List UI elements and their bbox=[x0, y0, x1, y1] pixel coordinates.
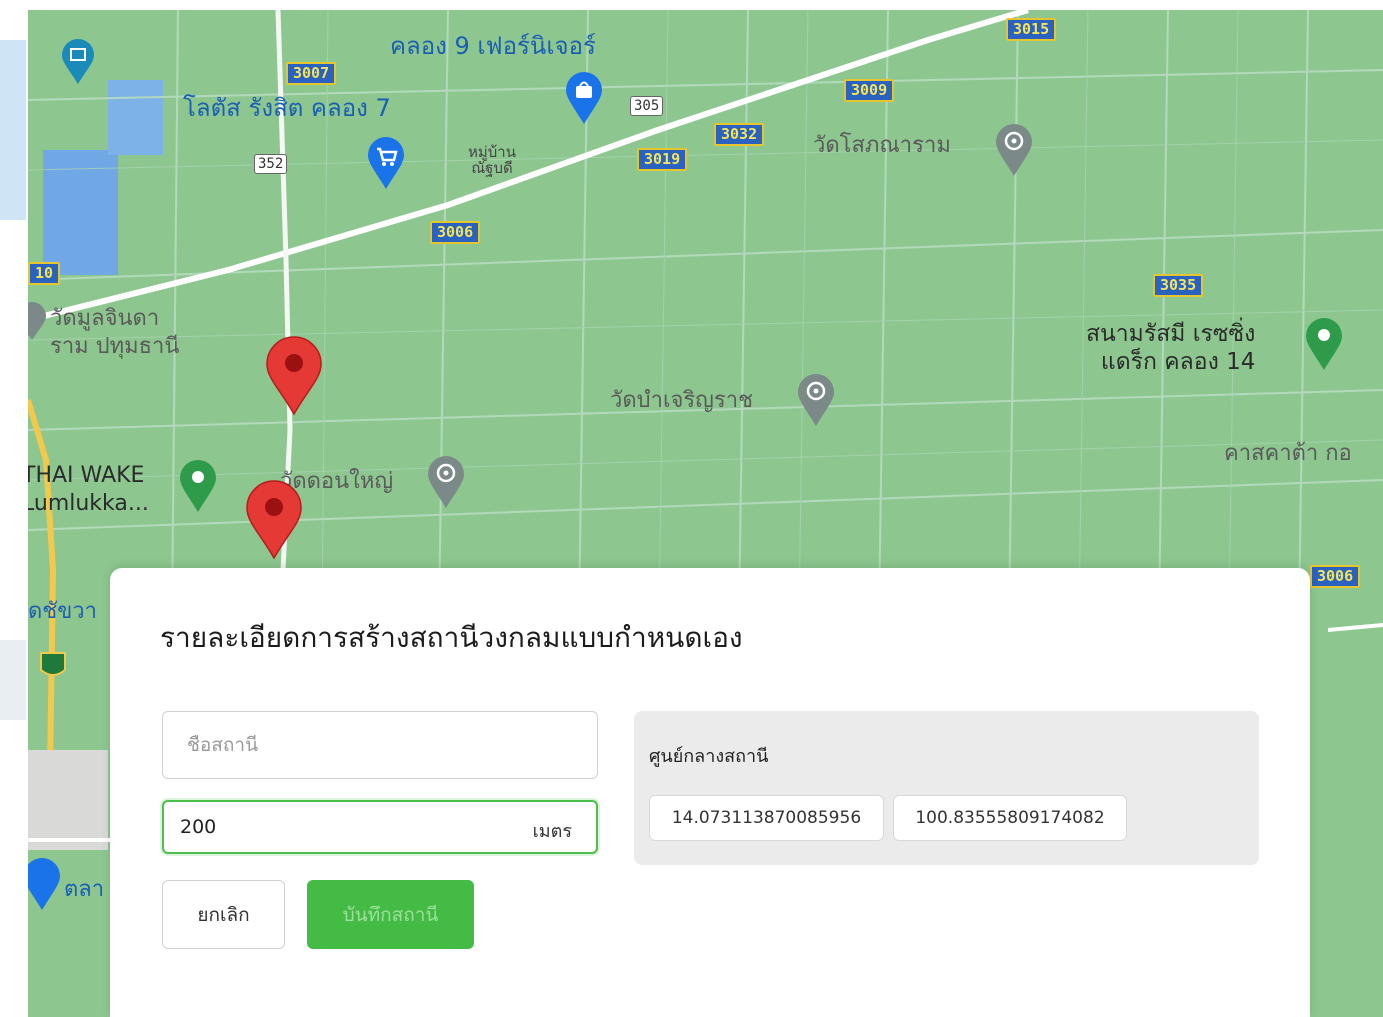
place-label[interactable]: คลอง 9 เฟอร์นิเจอร์ bbox=[390, 32, 596, 60]
shopping-cart-icon[interactable] bbox=[28, 856, 62, 912]
station-center-label: ศูนย์กลางสถานี bbox=[649, 746, 769, 767]
route-shield: 3006 bbox=[1310, 565, 1361, 588]
place-label[interactable]: วัดโสภณาราม bbox=[813, 132, 951, 160]
racetrack-poi-icon[interactable] bbox=[1304, 316, 1344, 372]
temple-icon[interactable] bbox=[994, 122, 1034, 178]
reservoir-2 bbox=[108, 80, 163, 155]
place-label[interactable]: THAI WAKE Lumlukka... bbox=[28, 462, 149, 518]
radius-input[interactable] bbox=[180, 816, 480, 838]
left-sidebar-edge bbox=[0, 0, 28, 1017]
place-label: ดชัขวา bbox=[28, 599, 97, 624]
temple-icon[interactable] bbox=[796, 372, 836, 428]
route-shield: 3019 bbox=[637, 148, 688, 171]
route-shield: 3006 bbox=[430, 221, 481, 244]
cancel-button[interactable]: ยกเลิก bbox=[162, 880, 285, 949]
station-name-input[interactable] bbox=[187, 734, 487, 756]
urban-area bbox=[28, 750, 108, 850]
route-shield: 3007 bbox=[286, 62, 337, 85]
building-poi-icon[interactable] bbox=[60, 38, 96, 86]
route-shield: 3015 bbox=[1006, 18, 1057, 41]
place-label: ตลา bbox=[64, 877, 105, 902]
place-label: หมู่บ้าน ณัฐบดี bbox=[468, 143, 516, 177]
yellow-highway bbox=[28, 399, 57, 771]
place-label[interactable]: คาสคาต้า กอ bbox=[1224, 440, 1352, 468]
station-name-field[interactable] bbox=[162, 711, 598, 779]
road-number: 352 bbox=[254, 154, 288, 174]
place-label[interactable]: วัดมูลจินดา ราม ปทุมธานี bbox=[50, 305, 179, 361]
top-strip bbox=[0, 0, 1383, 10]
create-station-dialog: รายละเอียดการสร้างสถานีวงกลมแบบกำหนดเอง … bbox=[110, 568, 1310, 1017]
route-shield: 3032 bbox=[714, 123, 765, 146]
wake-park-poi-icon[interactable] bbox=[178, 458, 218, 514]
shopping-cart-icon[interactable] bbox=[366, 135, 406, 191]
radius-unit-label: เมตร bbox=[532, 821, 572, 842]
temple-icon[interactable] bbox=[28, 302, 50, 342]
temple-icon[interactable] bbox=[426, 454, 466, 510]
place-label[interactable]: วัดบำเจริญราช bbox=[610, 387, 753, 415]
longitude-value[interactable]: 100.83555809174082 bbox=[893, 795, 1127, 841]
save-station-button[interactable]: บันทึกสถานี bbox=[307, 880, 474, 949]
station-marker-pin-icon[interactable] bbox=[265, 336, 323, 416]
station-marker-pin-icon[interactable] bbox=[245, 480, 303, 560]
dialog-title: รายละเอียดการสร้างสถานีวงกลมแบบกำหนดเอง bbox=[160, 621, 743, 654]
place-label[interactable]: สนามรัสมี เรซซิ่ง แดร็ก คลอง 14 bbox=[1086, 320, 1255, 376]
place-label[interactable]: โลตัส รังสิต คลอง 7 bbox=[183, 94, 391, 122]
route-shield: 3009 bbox=[844, 79, 895, 102]
route-shield: 3035 bbox=[1153, 274, 1204, 297]
route-9-shield-icon bbox=[40, 652, 66, 676]
latitude-value[interactable]: 14.073113870085956 bbox=[649, 795, 884, 841]
shopping-bag-icon[interactable] bbox=[564, 70, 604, 126]
route-shield: 10 bbox=[28, 262, 61, 285]
road-number: 305 bbox=[630, 96, 664, 116]
station-center-panel: ศูนย์กลางสถานี 14.073113870085956 100.83… bbox=[634, 711, 1259, 865]
radius-field[interactable]: เมตร bbox=[162, 800, 598, 854]
